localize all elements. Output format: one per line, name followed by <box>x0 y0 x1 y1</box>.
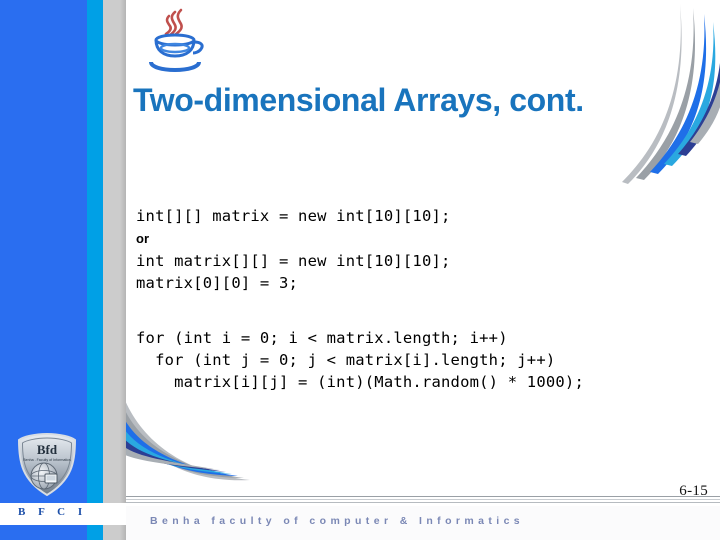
slide-content: Two-dimensional Arrays, cont. int[][] ma… <box>126 0 720 540</box>
footer-divider <box>126 496 720 506</box>
code-block-loops: for (int i = 0; i < matrix.length; i++) … <box>136 327 584 393</box>
footer-bar: Benha faculty of computer & Informatics <box>126 506 720 540</box>
svg-text:Benha . Faculty of Informatics: Benha . Faculty of Informatics <box>23 458 71 462</box>
svg-text:Bfd: Bfd <box>37 442 58 457</box>
bfci-shield-globe-icon: Bfd Benha . Faculty of Informatics <box>12 432 82 498</box>
code-block-declaration: int[][] matrix = new int[10][10]; or int… <box>136 205 451 294</box>
page-title: Two-dimensional Arrays, cont. <box>133 82 584 118</box>
code-line: for (int i = 0; i < matrix.length; i++) <box>136 329 508 347</box>
sidebar-band-cyan <box>87 0 103 540</box>
sidebar-band-gray <box>103 0 126 540</box>
code-line: int[][] matrix = new int[10][10]; <box>136 207 451 225</box>
code-line: int matrix[][] = new int[10][10]; <box>136 252 451 270</box>
code-line: for (int j = 0; j < matrix[i].length; j+… <box>136 351 556 369</box>
footer-text: Benha faculty of computer & Informatics <box>150 515 525 527</box>
java-coffee-cup-icon <box>139 4 211 74</box>
slide: Bfd Benha . Faculty of Informatics B F C… <box>0 0 720 540</box>
code-line: matrix[i][j] = (int)(Math.random() * 100… <box>136 373 584 391</box>
footer-rule-1 <box>126 496 720 497</box>
code-line: matrix[0][0] = 3; <box>136 274 299 292</box>
bfci-label: B F C I <box>18 506 88 518</box>
footer-rule-2 <box>126 499 720 500</box>
code-or-label: or <box>136 231 149 246</box>
footer-rule-3 <box>126 502 720 503</box>
